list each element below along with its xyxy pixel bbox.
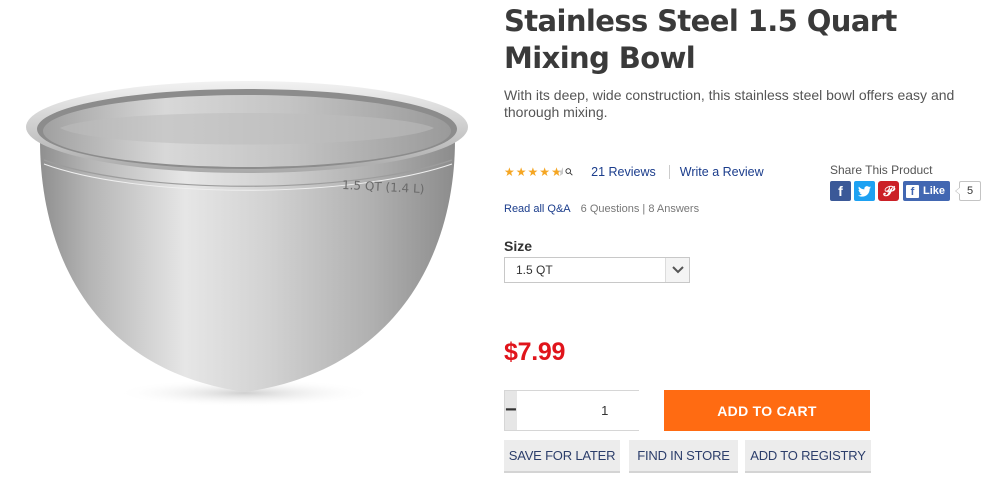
facebook-like-button[interactable]: f Like xyxy=(903,181,951,201)
qa-row: Read all Q&A 6 Questions | 8 Answers xyxy=(504,203,699,215)
reviews-link[interactable]: 21 Reviews xyxy=(591,165,656,179)
read-qa-link[interactable]: Read all Q&A xyxy=(504,203,571,215)
page-title: Stainless Steel 1.5 Quart Mixing Bowl xyxy=(504,4,897,75)
twitter-icon[interactable] xyxy=(854,181,875,201)
add-to-registry-button[interactable]: ADD TO REGISTRY xyxy=(745,440,871,473)
share-label: Share This Product xyxy=(830,163,933,177)
size-label: Size xyxy=(504,238,533,254)
product-description: With its deep, wide construction, this s… xyxy=(504,87,955,120)
size-select[interactable]: 1.5 QT xyxy=(504,257,690,283)
facebook-icon[interactable]: f xyxy=(830,181,851,201)
find-in-store-button[interactable]: FIND IN STORE xyxy=(629,440,738,473)
half-star-icon: ★ xyxy=(551,166,563,178)
star-icon: ★ xyxy=(515,165,527,179)
chevron-down-icon xyxy=(665,258,689,282)
product-image[interactable]: 1.5 QT (1.4 L) xyxy=(0,0,490,485)
facebook-icon: f xyxy=(906,184,919,198)
pinterest-icon[interactable]: 𝒫 xyxy=(878,181,899,201)
star-icon: ★ xyxy=(504,165,515,179)
add-to-cart-button[interactable]: ADD TO CART xyxy=(664,390,870,431)
quantity-stepper: − + xyxy=(504,390,705,431)
save-for-later-button[interactable]: SAVE FOR LATER xyxy=(504,440,620,473)
divider xyxy=(668,165,670,179)
like-count: 5 xyxy=(954,181,982,201)
share-product: Share This Product f 𝒫 f Like 5 xyxy=(830,163,982,201)
star-rating[interactable]: ★ ★ ★ ★ ★ xyxy=(504,165,563,179)
star-icon: ★ xyxy=(527,165,539,179)
decrease-quantity-button[interactable]: − xyxy=(505,391,517,430)
size-selected-value: 1.5 QT xyxy=(516,263,553,277)
star-icon: ★ xyxy=(539,165,551,179)
price: $7.99 xyxy=(504,338,566,366)
write-review-link[interactable]: Write a Review xyxy=(680,165,764,179)
like-label: Like xyxy=(923,185,946,197)
qa-counts: 6 Questions | 8 Answers xyxy=(580,203,700,215)
magnifier-icon[interactable]: ⚲ xyxy=(563,166,576,179)
rating-row: ★ ★ ★ ★ ★ ⚲ 21 Reviews Write a Review xyxy=(504,164,764,180)
